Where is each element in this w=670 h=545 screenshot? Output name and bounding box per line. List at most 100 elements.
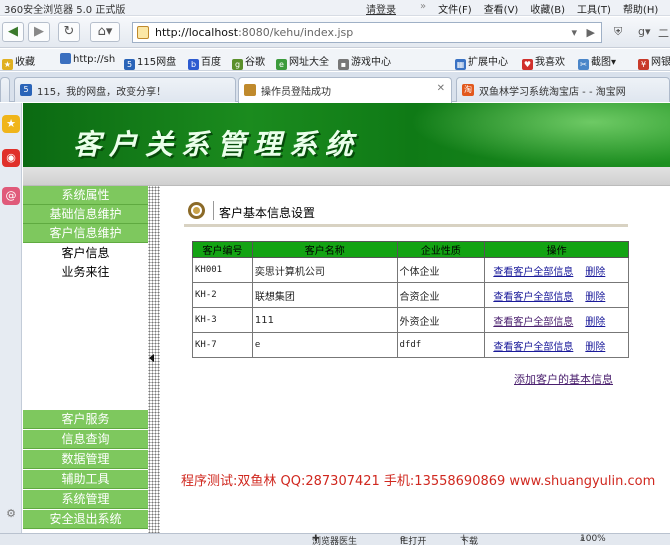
tab-bar: 5 115，我的网盘，改变分享！ 操作员登陆成功 ✕ 淘 双鱼林学习系统淘宝店 …: [0, 72, 670, 103]
header-customer-name: 客户名称: [251, 241, 398, 258]
settings-gear-icon[interactable]: ⚙: [2, 505, 20, 523]
customer-id: KH-3: [192, 307, 253, 333]
row-operations: 查看客户全部信息 删除: [484, 307, 629, 333]
web-page: 客户关系管理系统 系统属性 基础信息维护 客户信息维护 客户信息 业务来往 客户…: [23, 103, 670, 533]
globe-icon: e: [276, 59, 287, 70]
menu-basic-info[interactable]: 基础信息维护: [23, 205, 148, 224]
menu-system-management[interactable]: 系统管理: [23, 490, 148, 509]
bookmark-extensions[interactable]: ▦ 扩展中心: [455, 53, 508, 70]
company-type: 外资企业: [396, 307, 486, 333]
row-operations: 查看客户全部信息 删除: [484, 332, 629, 358]
star-icon: ★: [2, 59, 13, 70]
forward-arrow-icon: ▶: [34, 24, 44, 39]
table-row: KH-7 e dfdf 查看客户全部信息 删除: [192, 332, 629, 358]
table-row: KH-2 联想集团 合资企业 查看客户全部信息 删除: [192, 282, 629, 308]
header-company-type: 企业性质: [396, 241, 486, 258]
customer-name: 联想集团: [251, 282, 398, 308]
browser-menu-bar: » 文件(F) 查看(V) 收藏(B) 工具(T) 帮助(H): [420, 1, 658, 16]
customer-id: KH-7: [192, 332, 253, 358]
tab-115[interactable]: 5 115，我的网盘，改变分享！: [14, 77, 236, 102]
view-all-link[interactable]: 查看客户全部信息: [493, 317, 573, 328]
company-type: 个体企业: [396, 257, 486, 283]
menu-data-management[interactable]: 数据管理: [23, 450, 148, 469]
login-link[interactable]: 请登录: [366, 1, 396, 16]
menu-favorites[interactable]: 收藏(B): [530, 1, 565, 16]
delete-link[interactable]: 删除: [585, 317, 605, 328]
bookmark-favorites[interactable]: ★ 收藏: [2, 53, 35, 70]
menu-logout[interactable]: 安全退出系统: [23, 510, 148, 529]
banner-title: 客户关系管理系统: [73, 128, 362, 161]
submenu-customer-info[interactable]: 客户信息: [23, 244, 148, 263]
add-customer-link[interactable]: 添加客户的基本信息: [514, 371, 613, 387]
menu-customer-info-maint[interactable]: 客户信息维护: [23, 224, 148, 243]
customer-table: 客户编号 客户名称 企业性质 操作 KH001 奕思计算机公司 个体企业 查看客…: [192, 241, 629, 358]
close-icon[interactable]: ✕: [437, 83, 445, 94]
search-engine-icon[interactable]: g▾: [638, 25, 651, 38]
back-arrow-icon: ◀: [8, 24, 18, 39]
bookmark-baidu[interactable]: b 百度: [188, 53, 221, 70]
menu-tools[interactable]: 工具(T): [577, 1, 611, 16]
menu-file[interactable]: 文件(F): [438, 1, 472, 16]
menu-help[interactable]: 帮助(H): [623, 1, 658, 16]
row-operations: 查看客户全部信息 删除: [484, 257, 629, 283]
go-icon[interactable]: ▶: [587, 26, 595, 39]
delete-link[interactable]: 删除: [585, 267, 605, 278]
table-header-row: 客户编号 客户名称 企业性质 操作: [192, 241, 629, 258]
menu-splitter[interactable]: [148, 186, 160, 533]
menu-info-query[interactable]: 信息查询: [23, 430, 148, 449]
browser-title-bar: 360安全浏览器 5.0 正式版 请登录 » 文件(F) 查看(V) 收藏(B)…: [0, 0, 670, 16]
search-icon[interactable]: 二: [658, 25, 669, 41]
bookmark-likes[interactable]: ♥ 我喜欢: [522, 53, 565, 70]
address-url[interactable]: http://localhost:8080/kehu/index.jsp: [155, 26, 353, 39]
bookmark-115[interactable]: 5 115网盘: [124, 53, 176, 70]
tab-scroll-left[interactable]: [0, 77, 10, 102]
view-all-link[interactable]: 查看客户全部信息: [493, 342, 573, 353]
bookmark-google[interactable]: g 谷歌: [232, 53, 265, 70]
menu-view[interactable]: 查看(V): [484, 1, 519, 16]
refresh-button[interactable]: ↻: [58, 22, 80, 42]
favorites-star-icon[interactable]: ★: [2, 115, 20, 133]
tab-taobao[interactable]: 淘 双鱼林学习系统淘宝店 - - 淘宝网: [456, 77, 670, 102]
view-all-link[interactable]: 查看客户全部信息: [493, 292, 573, 303]
mail-icon[interactable]: @: [2, 187, 20, 205]
menu-system-properties[interactable]: 系统属性: [23, 186, 148, 205]
collapse-arrow-icon[interactable]: [149, 354, 154, 362]
dropdown-icon[interactable]: ▾: [571, 26, 577, 39]
header-band: [23, 167, 670, 186]
back-button[interactable]: ◀: [2, 22, 24, 42]
shield-icon[interactable]: ⛨: [614, 25, 622, 39]
submenu-business[interactable]: 业务来往: [23, 263, 148, 282]
delete-link[interactable]: 删除: [585, 292, 605, 303]
header-operations: 操作: [484, 241, 629, 258]
bookmark-http[interactable]: http://sh: [60, 53, 115, 65]
gamepad-icon: ▪: [338, 59, 349, 70]
forward-button[interactable]: ▶: [28, 22, 50, 42]
delete-link[interactable]: 删除: [585, 342, 605, 353]
customer-name: e: [251, 332, 398, 358]
baidu-icon: b: [188, 59, 199, 70]
company-type: dfdf: [396, 332, 486, 358]
section-title: 客户基本信息设置: [219, 206, 316, 220]
main-content: 客户基本信息设置 客户编号 客户名称 企业性质 操作 KH001 奕思计算机公司: [160, 186, 670, 533]
extension-icon: ▦: [455, 59, 466, 70]
browser-nav-bar: ◀ ▶ ↻ ⌂▾ http://localhost:8080/kehu/inde…: [0, 17, 670, 48]
row-operations: 查看客户全部信息 删除: [484, 282, 629, 308]
address-bar[interactable]: http://localhost:8080/kehu/index.jsp ▾ ▶: [132, 22, 602, 43]
bookmark-netbank[interactable]: ¥ 网银: [638, 53, 670, 70]
bookmark-game-center[interactable]: ▪ 游戏中心: [338, 53, 391, 70]
bank-icon: ¥: [638, 59, 649, 70]
home-button[interactable]: ⌂▾: [90, 22, 120, 42]
menu-customer-service[interactable]: 客户服务: [23, 410, 148, 429]
footer-contact: 程序测试:双鱼林 QQ:287307421 手机:13558690869 www…: [181, 474, 656, 489]
browser-side-panel: ★ ◉ @ ⚙: [0, 103, 22, 533]
left-menu: 系统属性 基础信息维护 客户信息维护 客户信息 业务来往 客户服务 信息查询 数…: [23, 186, 148, 533]
weibo-icon[interactable]: ◉: [2, 149, 20, 167]
tab-operator-login[interactable]: 操作员登陆成功 ✕: [238, 77, 452, 103]
google-icon: g: [232, 59, 243, 70]
menu-tools[interactable]: 辅助工具: [23, 470, 148, 489]
customer-id: KH-2: [192, 282, 253, 308]
view-all-link[interactable]: 查看客户全部信息: [493, 267, 573, 278]
bookmark-site-directory[interactable]: e 网址大全: [276, 53, 329, 70]
bookmark-screenshot[interactable]: ✂ 截图▾: [578, 53, 616, 70]
menu-overflow-icon[interactable]: »: [420, 1, 426, 16]
